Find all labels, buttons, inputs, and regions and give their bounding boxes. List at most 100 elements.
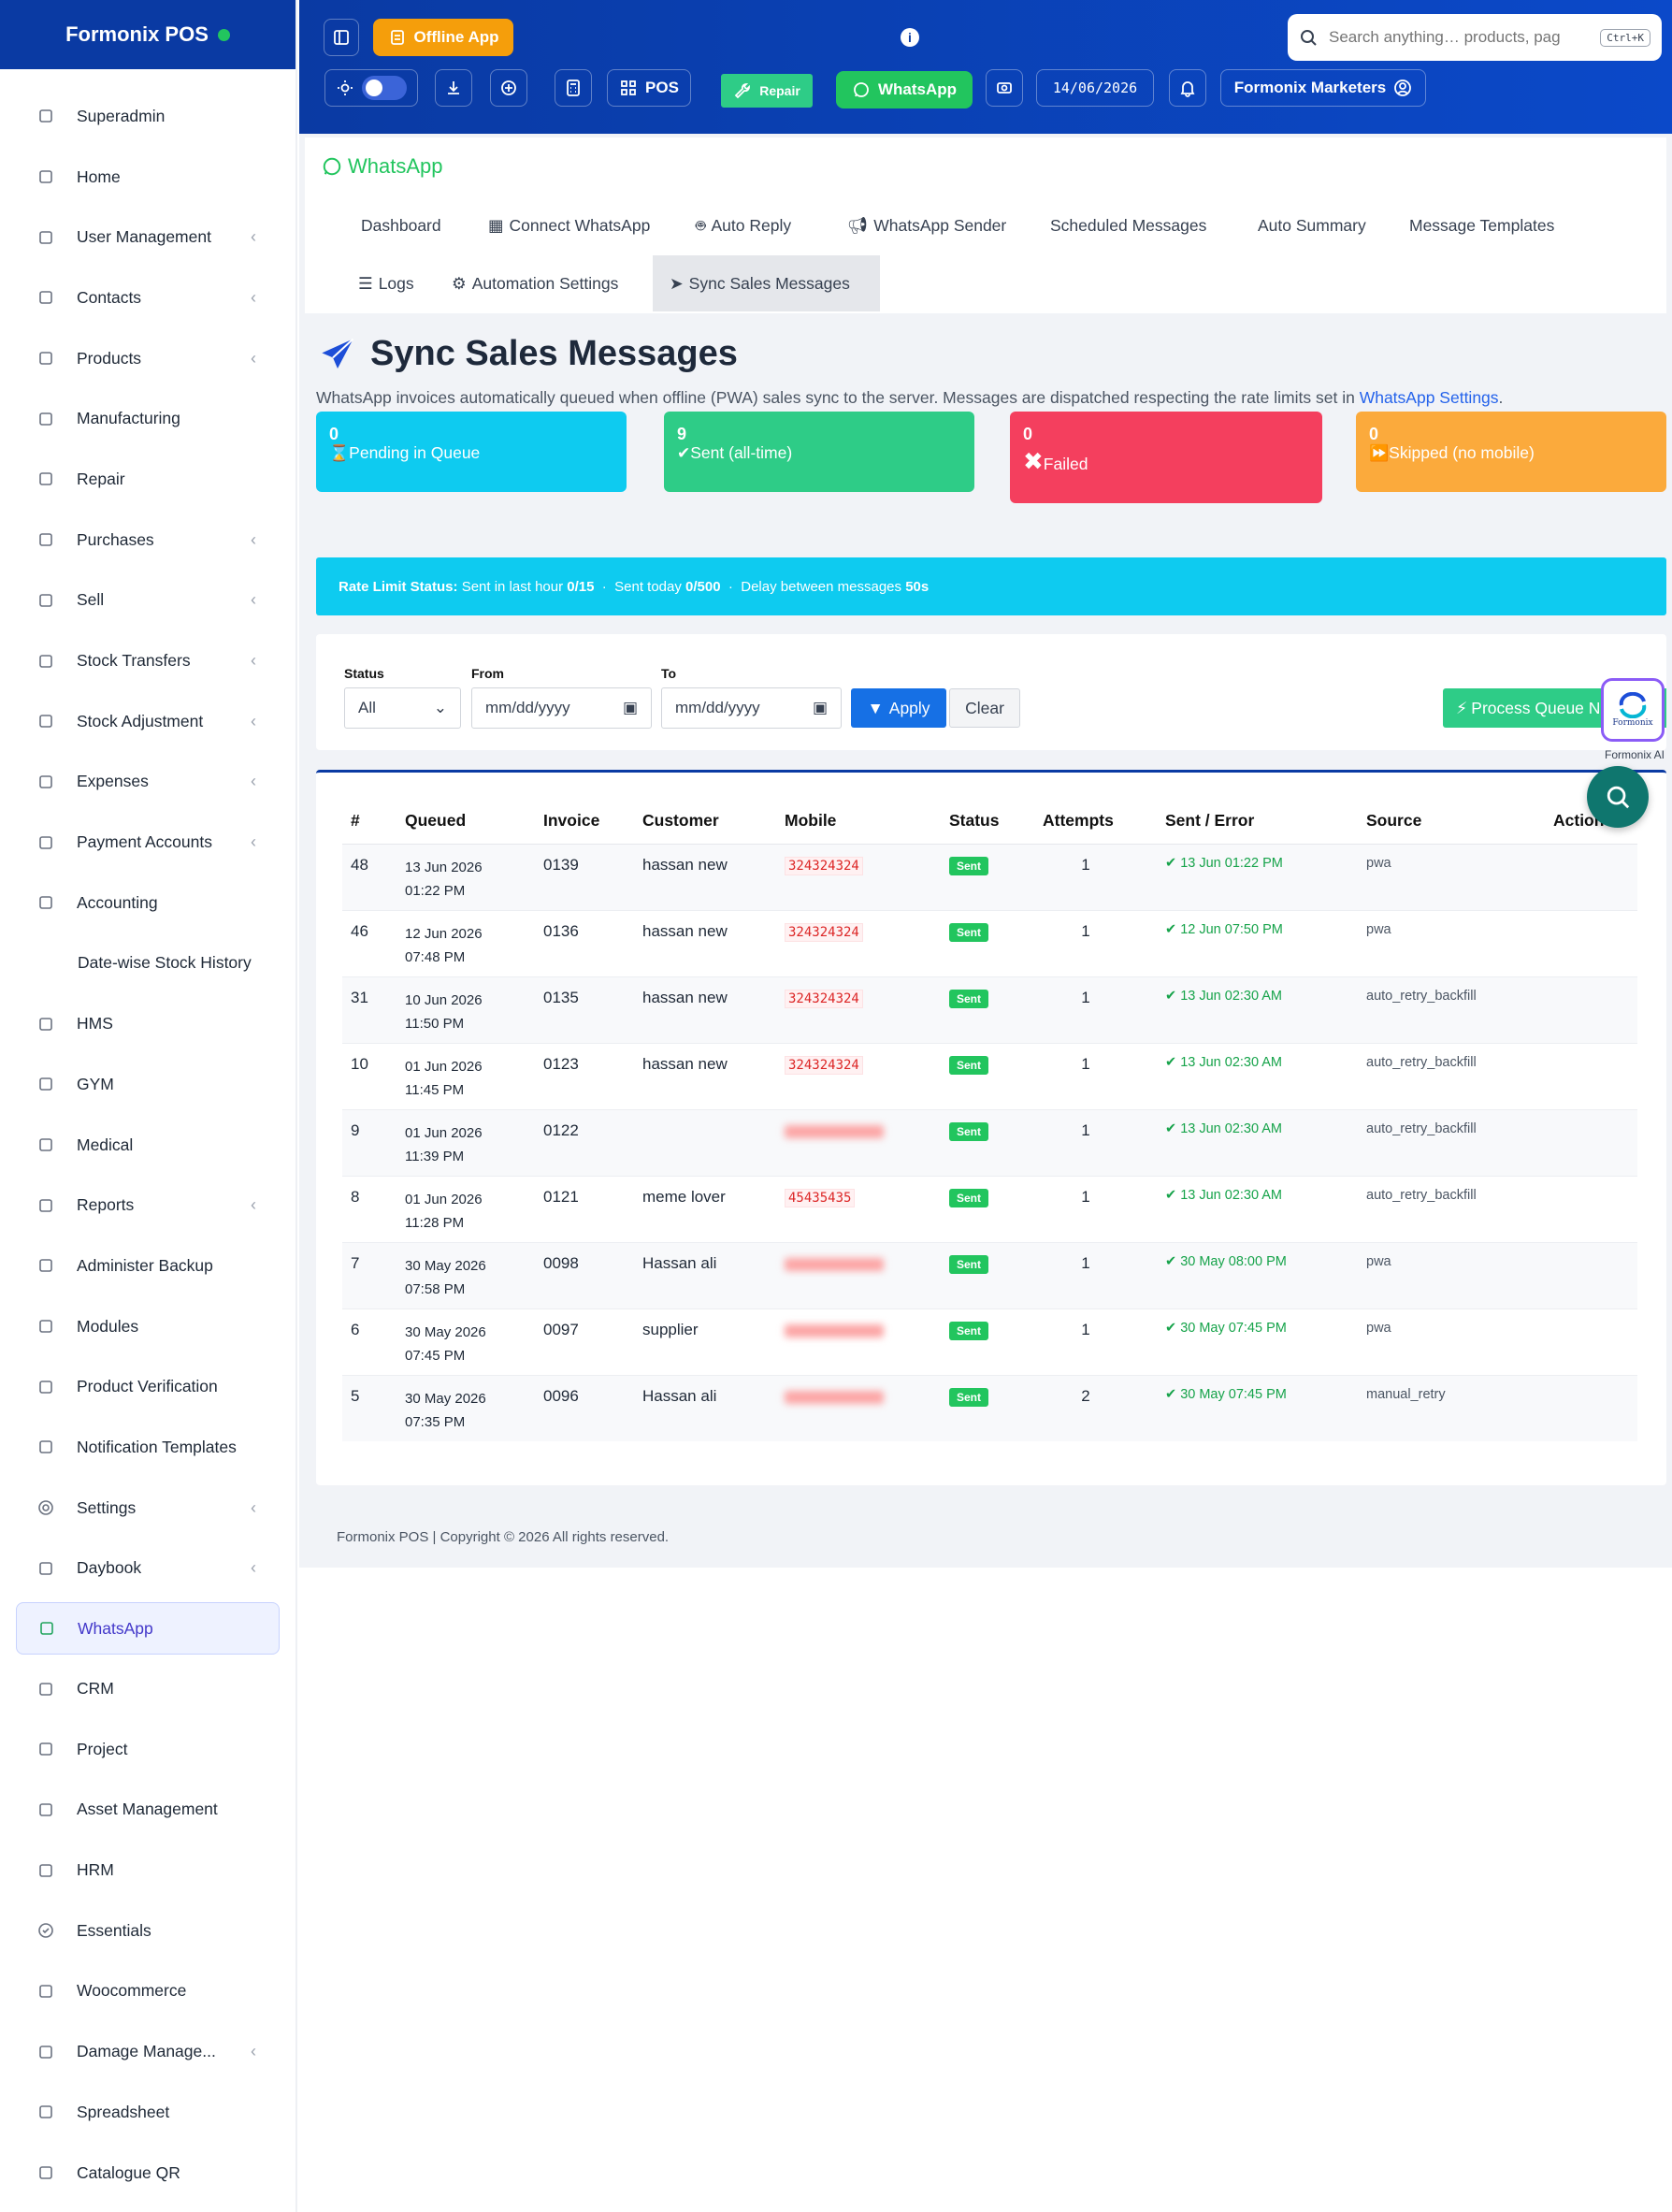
sidebar-item-project[interactable]: Project [0, 1719, 295, 1780]
sidebar-item-home[interactable]: Home [0, 147, 295, 208]
whatsapp-settings-link[interactable]: WhatsApp Settings [1360, 388, 1499, 407]
invoice-cell[interactable]: 0097 [535, 1308, 634, 1375]
sidebar-item-stock-transfers[interactable]: Stock Transfers ‹ [0, 630, 295, 691]
sidebar-item-payment-accounts[interactable]: Payment Accounts ‹ [0, 812, 295, 873]
sidebar-item-reports[interactable]: Reports ‹ [0, 1175, 295, 1236]
column-header[interactable]: # [342, 799, 396, 845]
sidebar-item-woocommerce[interactable]: Woocommerce [0, 1961, 295, 2022]
table-row[interactable]: 46 12 Jun 2026 07:48 PM 0136 hassan new 32432… [342, 909, 1637, 976]
sidebar-item-gym[interactable]: GYM [0, 1054, 295, 1115]
from-date-input[interactable]: mm/dd/yyyy ▣ [471, 687, 652, 729]
sidebar-item-administer-backup[interactable]: Administer Backup [0, 1236, 295, 1296]
invoice-cell[interactable]: 0136 [535, 909, 634, 976]
sidebar-item-superadmin[interactable]: Superadmin [0, 86, 295, 147]
sidebar-item-settings[interactable]: Settings ‹ [0, 1478, 295, 1539]
offline-app-button[interactable]: Offline App [373, 19, 513, 56]
sidebar-item-products[interactable]: Products ‹ [0, 328, 295, 389]
tab-connect-whatsapp[interactable]: ▦ Connect WhatsApp [471, 197, 667, 253]
tab-scheduled-messages[interactable]: Scheduled Messages [1033, 197, 1223, 253]
sidebar-item-asset-management[interactable]: Asset Management [0, 1780, 295, 1841]
column-header[interactable]: Mobile [776, 799, 941, 845]
column-header[interactable]: Status [941, 799, 1034, 845]
global-search[interactable]: Ctrl+K [1288, 14, 1662, 61]
status-select[interactable]: All ⌄ [344, 687, 461, 729]
column-header[interactable]: Queued [396, 799, 535, 845]
tab-logs[interactable]: ☰ Logs [341, 255, 431, 311]
table-row[interactable]: 6 30 May 2026 07:45 PM 0097 supplier Sent 1 ✔ 3… [342, 1308, 1637, 1375]
sidebar-toggle-button[interactable] [324, 19, 359, 56]
qrcode-icon [36, 1377, 56, 1397]
clear-button[interactable]: Clear [949, 688, 1020, 728]
column-header[interactable]: Customer [634, 799, 776, 845]
calculator-button[interactable] [555, 69, 592, 107]
invoice-cell[interactable]: 0098 [535, 1241, 634, 1308]
sidebar-item-sell[interactable]: Sell ‹ [0, 571, 295, 631]
dark-mode-switch[interactable] [362, 76, 407, 100]
table-row[interactable]: 31 10 Jun 2026 11:50 PM 0135 hassan new 32432… [342, 976, 1637, 1043]
invoice-cell[interactable]: 0121 [535, 1175, 634, 1242]
column-header[interactable]: Attempts [1034, 799, 1157, 845]
table-row[interactable]: 9 01 Jun 2026 11:39 PM 0122 Sent 1 ✔ 13 Jun 02… [342, 1108, 1637, 1176]
sidebar-item-modules[interactable]: Modules [0, 1296, 295, 1357]
table-row[interactable]: 8 01 Jun 2026 11:28 PM 0121 meme lover 454354… [342, 1175, 1637, 1242]
sidebar-item-expenses[interactable]: Expenses ‹ [0, 752, 295, 813]
sidebar-item-stock-adjustment[interactable]: Stock Adjustment ‹ [0, 691, 295, 752]
sidebar-item-catalogue-qr[interactable]: Catalogue QR [0, 2143, 295, 2204]
whatsapp-button[interactable]: WhatsApp [836, 71, 973, 108]
sidebar-item-hms[interactable]: HMS [0, 993, 295, 1054]
sidebar-item-repair[interactable]: Repair [0, 449, 295, 510]
add-button[interactable] [490, 69, 527, 107]
sidebar-item-notification-templates[interactable]: Notification Templates [0, 1417, 295, 1478]
table-row[interactable]: 7 30 May 2026 07:58 PM 0098 Hassan ali Sent 1 ✔… [342, 1241, 1637, 1308]
sidebar-item-date-wise-stock-history[interactable]: Date-wise Stock History [0, 933, 295, 994]
sidebar-item-crm[interactable]: CRM [0, 1658, 295, 1719]
stat-label: Skipped (no mobile) [1389, 443, 1535, 462]
invoice-cell[interactable]: 0135 [535, 976, 634, 1043]
table-row[interactable]: 5 30 May 2026 07:35 PM 0096 Hassan ali Sent 2 ✔… [342, 1374, 1637, 1441]
sidebar-item-product-verification[interactable]: Product Verification [0, 1356, 295, 1417]
sidebar-item-hrm[interactable]: HRM [0, 1840, 295, 1901]
table-row[interactable]: 10 01 Jun 2026 11:45 PM 0123 hassan new 32432… [342, 1042, 1637, 1109]
column-header[interactable]: Source [1358, 799, 1545, 845]
sidebar-item-medical[interactable]: Medical [0, 1115, 295, 1176]
info-icon[interactable]: i [901, 28, 919, 47]
sidebar-item-whatsapp[interactable]: WhatsApp [16, 1602, 280, 1655]
theme-toggle[interactable] [324, 69, 418, 107]
sidebar-item-contacts[interactable]: Contacts ‹ [0, 267, 295, 328]
sidebar-item-purchases[interactable]: Purchases ‹ [0, 510, 295, 571]
apply-button[interactable]: ▼ Apply [851, 688, 946, 728]
invoice-cell[interactable]: 0122 [535, 1108, 634, 1176]
download-button[interactable] [435, 69, 472, 107]
brand[interactable]: Formonix POS [0, 0, 295, 69]
tab-dashboard[interactable]: Dashboard [344, 197, 458, 253]
sidebar-item-accounting[interactable]: Accounting [0, 873, 295, 933]
current-date[interactable]: 14/06/2026 [1036, 69, 1154, 107]
formonix-ai-button[interactable]: Formonix [1601, 678, 1665, 742]
column-header[interactable]: Sent / Error [1157, 799, 1358, 845]
tab-sync-sales-messages[interactable]: ➤ Sync Sales Messages [653, 255, 880, 311]
cash-register-button[interactable] [986, 69, 1023, 107]
notifications-button[interactable] [1169, 69, 1206, 107]
sidebar-item-manufacturing[interactable]: Manufacturing [0, 388, 295, 449]
tab-message-templates[interactable]: Message Templates [1392, 197, 1571, 253]
invoice-cell[interactable]: 0096 [535, 1374, 634, 1441]
tab-auto-reply[interactable]: 🤖︎ Auto Reply [679, 197, 808, 253]
column-header[interactable]: Invoice [535, 799, 634, 845]
sidebar-item-spreadsheet[interactable]: Spreadsheet [0, 2082, 295, 2143]
tab-auto-summary[interactable]: Auto Summary [1241, 197, 1383, 253]
user-menu-button[interactable]: Formonix Marketers [1220, 69, 1426, 107]
sidebar-item-user-management[interactable]: User Management ‹ [0, 207, 295, 267]
search-input[interactable] [1329, 28, 1590, 47]
sidebar-item-essentials[interactable]: Essentials [0, 1901, 295, 1961]
table-row[interactable]: 48 13 Jun 2026 01:22 PM 0139 hassan new 32432… [342, 843, 1637, 910]
repair-button[interactable]: Repair [721, 74, 813, 108]
invoice-cell[interactable]: 0123 [535, 1042, 634, 1109]
sidebar-item-daybook[interactable]: Daybook ‹ [0, 1539, 295, 1599]
tab-whatsapp-sender[interactable]: 📢︎ WhatsApp Sender [830, 197, 1023, 253]
pos-button[interactable]: POS [607, 69, 691, 107]
sidebar-item-damage-manage[interactable]: Damage Manage... ‹ [0, 2021, 295, 2082]
floating-search-button[interactable] [1587, 766, 1649, 828]
invoice-cell[interactable]: 0139 [535, 843, 634, 910]
tab-automation-settings[interactable]: ⚙ Automation Settings [435, 255, 635, 311]
to-date-input[interactable]: mm/dd/yyyy ▣ [661, 687, 842, 729]
